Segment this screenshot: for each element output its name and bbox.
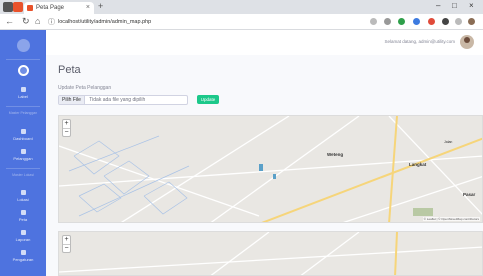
share-icon[interactable]	[384, 18, 391, 25]
pin-icon	[20, 190, 26, 195]
map-view-2[interactable]: + −	[58, 231, 483, 276]
brand-logo[interactable]	[17, 39, 30, 52]
sidebar-item-label-text: Laporan	[15, 237, 31, 242]
table-icon	[20, 149, 26, 154]
file-input[interactable]: Pilih File Tidak ada file yang dipilih	[58, 95, 188, 105]
url-input[interactable]: localhost/utility/admin/admin_map.php	[58, 16, 358, 28]
close-window-button[interactable]: ×	[469, 1, 474, 10]
user-name[interactable]: Selamat datang, admin@utility.com	[384, 39, 455, 44]
map-tiles	[59, 116, 482, 222]
file-placeholder: Tidak ada file yang dipilih	[89, 97, 146, 103]
sidebar-item-dashboard-2[interactable]: Dashboard	[0, 129, 46, 141]
sidebar-item-dashboard[interactable]	[0, 65, 46, 76]
extension-blue-icon[interactable]	[413, 18, 420, 25]
sidebar-item-pelanggan[interactable]: Pelanggan	[0, 149, 46, 161]
file-icon	[20, 230, 26, 235]
minimize-button[interactable]: –	[436, 1, 440, 10]
zoom-in-button[interactable]: +	[63, 120, 70, 128]
sidebar-divider	[6, 168, 40, 169]
sidebar-item-label-text: Label	[18, 94, 28, 99]
upload-label: Update Peta Pelanggan	[58, 85, 112, 91]
map-place-label: Jalan	[444, 140, 453, 144]
info-icon: ⓘ	[48, 19, 55, 26]
sidebar-heading: Master Pelanggan	[8, 111, 38, 115]
sidebar-item-label-text: Pelanggan	[13, 156, 33, 161]
sidebar-item-peta[interactable]: Peta	[0, 210, 46, 222]
back-icon[interactable]: ←	[5, 16, 14, 26]
map-attribution[interactable]: © Leaflet | © OpenStreetMap contributors	[422, 217, 480, 221]
browser-tab[interactable]: Peta Page ×	[24, 2, 94, 14]
sidebar-item-lokasi[interactable]: Lokasi	[0, 190, 46, 202]
map-place-label: Weteng	[327, 152, 344, 157]
upload-button[interactable]: Update	[197, 95, 219, 104]
sidebar-divider	[6, 106, 40, 107]
map-view[interactable]: + − Weteng Langkat Pasar Jalan © Leaflet…	[58, 115, 483, 223]
window-menu-icon[interactable]	[3, 2, 13, 12]
map-place-label: Langkat	[409, 162, 427, 167]
zoom-icon[interactable]	[370, 18, 377, 25]
gear-icon	[20, 250, 26, 255]
zoom-out-button[interactable]: −	[63, 244, 70, 252]
sidebar-item-laporan[interactable]: Laporan	[0, 230, 46, 242]
home-icon[interactable]: ⌂	[35, 16, 40, 26]
zoom-out-button[interactable]: −	[63, 128, 70, 136]
chart-icon	[20, 129, 26, 134]
sidebar-item-label[interactable]: Label	[0, 87, 46, 99]
page-title: Peta	[58, 64, 81, 76]
choose-file-button[interactable]: Pilih File	[59, 96, 85, 104]
users-icon	[20, 87, 26, 92]
new-tab-button[interactable]: +	[98, 1, 103, 11]
zoom-control: + −	[62, 119, 71, 137]
tab-close-icon[interactable]: ×	[86, 2, 90, 14]
profile-icon[interactable]	[468, 18, 475, 25]
sidebar-heading: Master Lokasi	[12, 173, 34, 177]
sidebar-item-label-text: Pengaturan	[12, 257, 34, 262]
sidebar-item-label-text: Peta	[18, 217, 28, 222]
tab-group-icon[interactable]	[13, 2, 23, 12]
reload-icon[interactable]: ↻	[22, 16, 30, 27]
avatar[interactable]	[460, 35, 474, 49]
top-navbar: Selamat datang, admin@utility.com	[46, 30, 483, 55]
dashboard-icon	[17, 65, 29, 76]
extension-dark-icon[interactable]	[442, 18, 449, 25]
globe-icon	[20, 210, 26, 215]
map-place-label: Pasar	[463, 192, 476, 197]
zoom-control: + −	[62, 235, 71, 253]
sidebar-item-label-text: Lokasi	[17, 197, 29, 202]
sidebar-divider	[6, 59, 40, 60]
extension-red-icon[interactable]	[428, 18, 435, 25]
map-tiles	[59, 232, 482, 275]
sidebar: Label Master Pelanggan Dashboard Pelangg…	[0, 30, 46, 276]
main-content: Peta Update Peta Pelanggan Pilih File Ti…	[46, 55, 483, 276]
extension-grey-icon[interactable]	[455, 18, 462, 25]
favicon-icon	[27, 5, 33, 11]
maximize-button[interactable]: □	[452, 1, 457, 10]
extension-green-icon[interactable]	[398, 18, 405, 25]
browser-tab-strip: Peta Page × + – □ ×	[0, 0, 483, 14]
sidebar-item-pengaturan[interactable]: Pengaturan	[0, 250, 46, 262]
zoom-in-button[interactable]: +	[63, 236, 70, 244]
tab-title: Peta Page	[36, 5, 65, 11]
browser-toolbar: ← ↻ ⌂ ⓘ localhost/utility/admin/admin_ma…	[0, 14, 483, 30]
sidebar-item-label-text: Dashboard	[13, 136, 33, 141]
